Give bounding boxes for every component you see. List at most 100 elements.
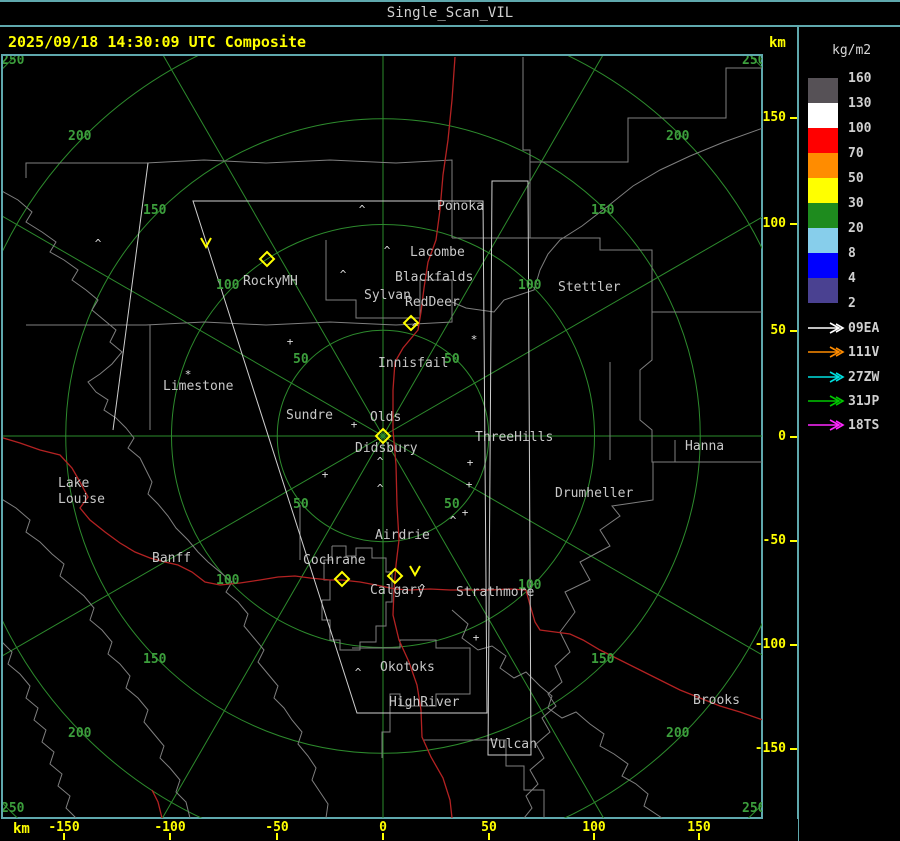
town-marker: ^ (384, 244, 391, 257)
right-axis-tick-mark (790, 436, 797, 438)
city-label: Olds (370, 410, 401, 425)
city-label: Okotoks (380, 660, 435, 675)
city-label: Didsbury (355, 441, 418, 456)
track-legend-row: 111V (800, 345, 900, 361)
bottom-axis-tick-mark (593, 833, 595, 840)
city-label: Brooks (693, 693, 740, 708)
track-legend-row: 18TS (800, 418, 900, 434)
city-label: HighRiver (389, 695, 460, 710)
town-marker: + (473, 631, 480, 644)
track-arrow-icon (808, 419, 845, 431)
right-axis: 150 100 50 0 -50 -100 -150 (755, 54, 798, 819)
scale-value-label: 20 (848, 221, 864, 236)
city-label: Louise (58, 492, 105, 507)
ring-distance-label: 200 (666, 129, 690, 144)
right-axis-tick-mark (790, 330, 797, 332)
city-label: Drumheller (555, 486, 633, 501)
ring-distance-label: 100 (518, 278, 542, 293)
scale-color-block (808, 178, 838, 203)
track-id-label: 18TS (848, 418, 880, 434)
county-boundary (145, 159, 453, 238)
right-axis-tick-mark (790, 223, 797, 225)
town-marker: + (462, 506, 469, 519)
scale-value-label: 8 (848, 246, 856, 261)
bottom-axis-tick-mark (488, 833, 490, 840)
town-marker: * (471, 333, 478, 346)
county-boundary (451, 609, 663, 818)
bottom-axis-tick-mark (698, 833, 700, 840)
right-axis-tick-mark (790, 117, 797, 119)
city-label: Lake (58, 476, 89, 491)
scale-color-block (808, 228, 838, 253)
track-arrow-icon (808, 395, 845, 407)
ring-distance-label: 50 (293, 352, 309, 367)
right-axis-tick-mark (790, 748, 797, 750)
bottom-axis-unit: km (13, 821, 30, 837)
right-axis-tick-label: 100 (762, 216, 786, 231)
bottom-axis-tick-mark (276, 833, 278, 840)
town-marker: ^ (450, 514, 457, 527)
city-label: Ponoka (437, 199, 484, 214)
city-label: Lacombe (410, 245, 465, 260)
radial-line (163, 56, 384, 437)
scale-value-label: 130 (848, 96, 872, 111)
bottom-axis: km -150 -100 -50 0 50 100 150 (0, 819, 798, 841)
city-label: Innisfail (378, 356, 448, 371)
city-label: Blackfalds (395, 270, 473, 285)
town-marker: ^ (377, 482, 384, 495)
town-marker: ^ (355, 666, 362, 679)
ring-distance-label: 50 (444, 497, 460, 512)
town-marker: + (351, 418, 358, 431)
city-label: Vulcan (490, 737, 537, 752)
storm-cell-marker[interactable] (409, 565, 421, 578)
scale-color-block (808, 203, 838, 228)
bottom-axis-tick-mark (169, 833, 171, 840)
legend-panel: kg/m2 160 130 100 70 50 30 20 8 4 2 09EA 111V 27ZW 3… (800, 27, 900, 841)
track-id-label: 09EA (848, 321, 880, 336)
ring-distance-label: 150 (591, 652, 615, 667)
bottom-axis-tick-mark (63, 833, 65, 840)
scale-color-block (808, 153, 838, 178)
right-axis-tick-label: 50 (770, 323, 786, 338)
radar-app-window: { "window": { "title": "Single_Scan_VIL"… (0, 0, 900, 841)
town-marker: ^ (359, 203, 366, 216)
town-marker: ^ (95, 237, 102, 250)
city-label: Cochrane (303, 553, 366, 568)
right-axis-tick-label: -150 (754, 741, 786, 756)
town-marker: + (322, 468, 329, 481)
scale-value-label: 30 (848, 196, 864, 211)
city-label: Banff (152, 551, 191, 566)
city-label: RockyMH (243, 274, 298, 289)
city-label: Sundre (286, 408, 333, 423)
scale-color-block (808, 128, 838, 153)
city-label: Stettler (558, 280, 621, 295)
scale-value-label: 4 (848, 271, 856, 286)
city-label: RedDeer (405, 295, 460, 310)
radar-site-marker[interactable] (333, 570, 351, 588)
highway-line (3, 437, 762, 721)
track-id-label: 111V (848, 345, 880, 361)
right-axis-tick-label: 150 (762, 110, 786, 125)
radial-line (161, 435, 384, 818)
town-marker: + (467, 456, 474, 469)
track-arrow-icon (808, 370, 845, 383)
city-label: Airdrie (375, 528, 430, 543)
scale-color-block (808, 103, 838, 128)
scale-value-label: 50 (848, 171, 864, 186)
ring-distance-label: 50 (293, 497, 309, 512)
scale-value-label: 70 (848, 146, 864, 161)
track-arrow-icon (808, 322, 845, 334)
right-axis-tick-mark (790, 644, 797, 646)
ring-distance-label: 150 (591, 203, 615, 218)
town-marker: + (287, 335, 294, 348)
track-id-label: 27ZW (848, 369, 880, 385)
county-boundary (25, 162, 146, 178)
town-marker: ^ (340, 268, 347, 281)
ring-distance-label: 150 (143, 652, 167, 667)
right-axis-tick-label: 0 (778, 429, 786, 444)
town-marker: + (466, 478, 473, 491)
right-axis-tick-label: -50 (762, 533, 786, 548)
ring-distance-label: 150 (143, 203, 167, 218)
town-marker: * (185, 368, 192, 381)
city-label: Hanna (685, 439, 724, 454)
